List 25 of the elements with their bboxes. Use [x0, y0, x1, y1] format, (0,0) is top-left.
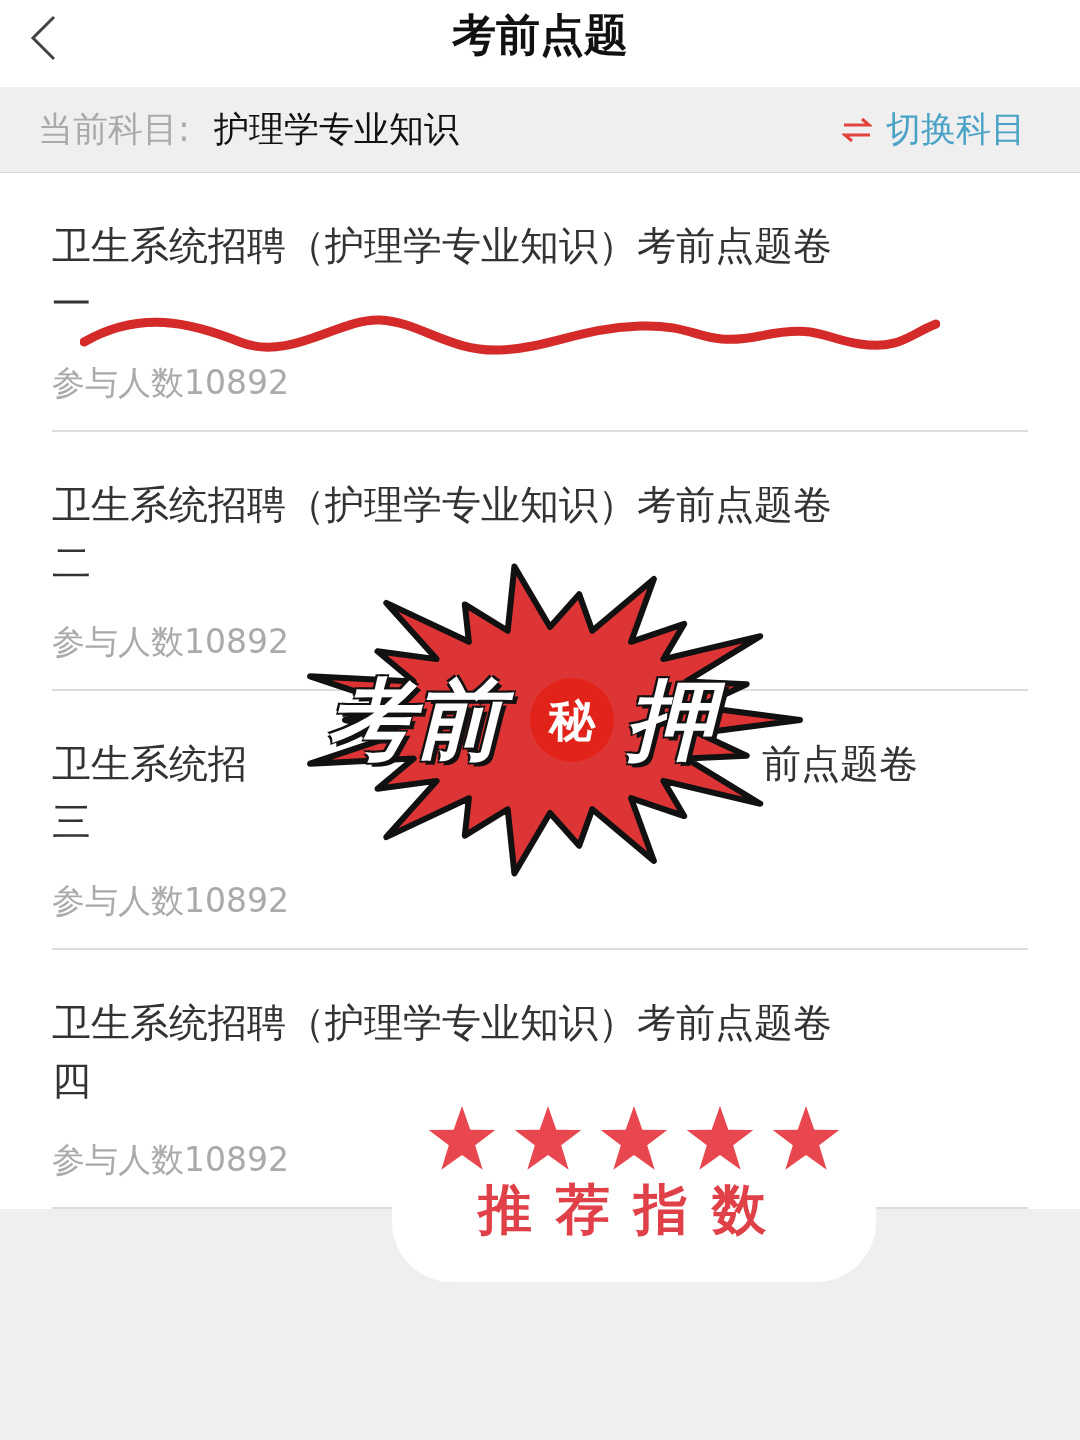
rating-label: 推荐指数 — [478, 1178, 790, 1242]
paper-title[interactable]: 二 — [52, 534, 91, 592]
star-icon — [513, 1106, 583, 1172]
paper-title[interactable]: 一 — [52, 275, 91, 333]
paper-title[interactable]: 卫生系统招聘（护理学专业知识）考前点题卷 — [52, 476, 832, 534]
paper-title[interactable]: 卫生系统招聘（护理学专业知识）考前点题卷 — [52, 217, 832, 275]
swap-arrows-icon — [842, 116, 872, 143]
participant-count: 参与人数10892 — [52, 363, 289, 402]
participant-count: 参与人数10892 — [52, 622, 289, 661]
back-icon — [29, 15, 57, 61]
participant-count: 参与人数10892 — [52, 1140, 289, 1179]
star-icon — [685, 1106, 755, 1172]
subject-value: 护理学专业知识 — [213, 108, 459, 152]
participant-count: 参与人数10892 — [52, 881, 289, 920]
star-icon — [771, 1106, 841, 1172]
paper-title[interactable]: 卫生系统招聘（护理学专业知识）考前点题卷 — [52, 994, 832, 1052]
sticker-text: 押 — [620, 664, 736, 776]
star-icon — [427, 1106, 497, 1172]
page-title: 考前点题 — [452, 7, 628, 62]
star-icon — [599, 1106, 669, 1172]
paper-title[interactable]: 三 — [52, 793, 91, 851]
paper-title[interactable]: 前点题卷 — [762, 735, 918, 793]
paper-title[interactable]: 卫生系统招 — [52, 735, 247, 793]
subject-label: 当前科目: — [38, 108, 190, 152]
paper-title[interactable]: 四 — [52, 1052, 91, 1110]
